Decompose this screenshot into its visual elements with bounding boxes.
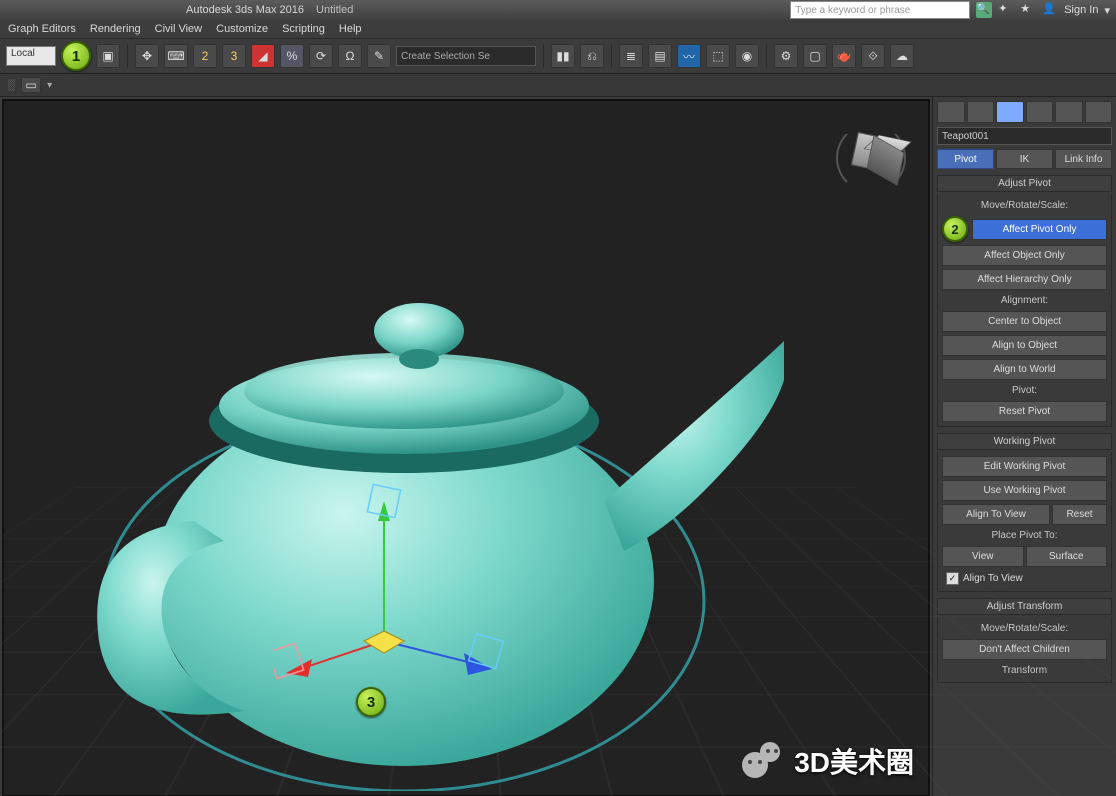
mirror-button[interactable]: ▮▮ bbox=[551, 44, 575, 68]
named-selection-set-dropdown[interactable]: Create Selection Se bbox=[396, 46, 536, 66]
align-to-object-button[interactable]: Align to Object bbox=[942, 335, 1107, 356]
command-panel-tabs bbox=[937, 101, 1112, 123]
signin-dropdown-icon[interactable]: ▾ bbox=[1104, 4, 1110, 17]
place-surface-button[interactable]: Surface bbox=[1026, 546, 1108, 567]
ribbon-tab-label[interactable]: ░ bbox=[8, 80, 15, 91]
callout-2: 2 bbox=[942, 216, 968, 242]
reset-wp-button[interactable]: Reset bbox=[1052, 504, 1107, 525]
wechat-icon bbox=[742, 742, 786, 780]
menu-graph-editors[interactable]: Graph Editors bbox=[8, 23, 76, 35]
toggle-ribbon-button[interactable]: ▤ bbox=[648, 44, 672, 68]
snap-3d-button[interactable]: 3 bbox=[222, 44, 246, 68]
ribbon-toggle-icon[interactable]: ▭ bbox=[21, 77, 41, 93]
material-editor-button[interactable]: ◉ bbox=[735, 44, 759, 68]
modify-tab-icon[interactable] bbox=[967, 101, 995, 123]
magnet-snap-button[interactable]: Ω bbox=[338, 44, 362, 68]
affect-hierarchy-only-button[interactable]: Affect Hierarchy Only bbox=[942, 269, 1107, 290]
percent-snap-button[interactable]: % bbox=[280, 44, 304, 68]
pivot-tab-button[interactable]: Pivot bbox=[937, 149, 994, 169]
menu-customize[interactable]: Customize bbox=[216, 23, 268, 35]
render-production-button[interactable]: 🫖 bbox=[832, 44, 856, 68]
search-icon[interactable]: 🔍 bbox=[976, 2, 992, 18]
render-setup-button[interactable]: ⚙ bbox=[774, 44, 798, 68]
render-frame-button[interactable]: ▢ bbox=[803, 44, 827, 68]
pivot-label: Pivot: bbox=[942, 385, 1107, 396]
menu-help[interactable]: Help bbox=[339, 23, 362, 35]
reference-coord-dropdown[interactable]: Local bbox=[6, 46, 56, 66]
ribbon-row: ░ ▭ ▾ bbox=[0, 74, 1116, 97]
object-name-field[interactable]: Teapot001 bbox=[937, 127, 1112, 145]
edit-selection-button[interactable]: ✎ bbox=[367, 44, 391, 68]
perspective-viewport[interactable]: 3 3D美术圈 bbox=[2, 99, 930, 796]
ribbon-dropdown-icon[interactable]: ▾ bbox=[47, 80, 52, 91]
working-pivot-rollout[interactable]: Working Pivot bbox=[937, 433, 1112, 450]
link-info-tab-button[interactable]: Link Info bbox=[1055, 149, 1112, 169]
snap-2d-button[interactable]: 2 bbox=[193, 44, 217, 68]
angle-snap-button[interactable]: ◢ bbox=[251, 44, 275, 68]
motion-tab-icon[interactable] bbox=[1026, 101, 1054, 123]
select-manipulate-button[interactable]: ✥ bbox=[135, 44, 159, 68]
utilities-tab-icon[interactable] bbox=[1085, 101, 1113, 123]
ik-tab-button[interactable]: IK bbox=[996, 149, 1053, 169]
watermark: 3D美术圈 bbox=[742, 741, 914, 781]
document-name: Untitled bbox=[316, 4, 353, 16]
align-to-view-button[interactable]: Align To View bbox=[942, 504, 1050, 525]
callout-1: 1 bbox=[61, 41, 91, 71]
use-pivot-center-button[interactable]: ▣ bbox=[96, 44, 120, 68]
favorites-icon[interactable]: ★ bbox=[1020, 2, 1036, 18]
align-button[interactable]: ⎌ bbox=[580, 44, 604, 68]
keyboard-shortcut-toggle[interactable]: ⌨ bbox=[164, 44, 188, 68]
center-to-object-button[interactable]: Center to Object bbox=[942, 311, 1107, 332]
move-rotate-scale-label: Move/Rotate/Scale: bbox=[942, 200, 1107, 211]
spinner-snap-button[interactable]: ⟳ bbox=[309, 44, 333, 68]
schematic-view-button[interactable]: ⬚ bbox=[706, 44, 730, 68]
curve-editor-button[interactable]: 〰 bbox=[677, 44, 701, 68]
menu-bar: Graph Editors Rendering Civil View Custo… bbox=[0, 20, 1116, 38]
create-tab-icon[interactable] bbox=[937, 101, 965, 123]
teapot-object[interactable] bbox=[64, 231, 784, 791]
callout-3: 3 bbox=[356, 687, 386, 717]
affect-object-only-button[interactable]: Affect Object Only bbox=[942, 245, 1107, 266]
use-working-pivot-button[interactable]: Use Working Pivot bbox=[942, 480, 1107, 501]
menu-scripting[interactable]: Scripting bbox=[282, 23, 325, 35]
place-pivot-to-label: Place Pivot To: bbox=[942, 530, 1107, 541]
reset-pivot-button[interactable]: Reset Pivot bbox=[942, 401, 1107, 422]
layer-explorer-button[interactable]: ≣ bbox=[619, 44, 643, 68]
adjust-pivot-rollout[interactable]: Adjust Pivot bbox=[937, 175, 1112, 192]
viewcube[interactable] bbox=[836, 123, 906, 193]
user-icon[interactable]: 👤 bbox=[1042, 2, 1058, 18]
title-bar: Autodesk 3ds Max 2016 Untitled Type a ke… bbox=[0, 0, 1116, 20]
menu-rendering[interactable]: Rendering bbox=[90, 23, 141, 35]
display-tab-icon[interactable] bbox=[1055, 101, 1083, 123]
app-name: Autodesk 3ds Max 2016 bbox=[186, 4, 304, 16]
hierarchy-tab-icon[interactable] bbox=[996, 101, 1024, 123]
app-menu-icon[interactable]: ✦ bbox=[998, 2, 1014, 18]
align-to-world-button[interactable]: Align to World bbox=[942, 359, 1107, 380]
alignment-label: Alignment: bbox=[942, 295, 1107, 306]
help-search-input[interactable]: Type a keyword or phrase bbox=[790, 1, 970, 19]
main-toolbar: Local 1 ▣ ✥ ⌨ 2 3 ◢ % ⟳ Ω ✎ Create Selec… bbox=[0, 38, 1116, 74]
menu-civil-view[interactable]: Civil View bbox=[155, 23, 202, 35]
affect-pivot-only-button[interactable]: Affect Pivot Only bbox=[972, 219, 1107, 240]
render-online-button[interactable]: ☁ bbox=[890, 44, 914, 68]
render-iterative-button[interactable]: ⟐ bbox=[861, 44, 885, 68]
edit-working-pivot-button[interactable]: Edit Working Pivot bbox=[942, 456, 1107, 477]
sign-in-link[interactable]: Sign In bbox=[1064, 4, 1098, 16]
